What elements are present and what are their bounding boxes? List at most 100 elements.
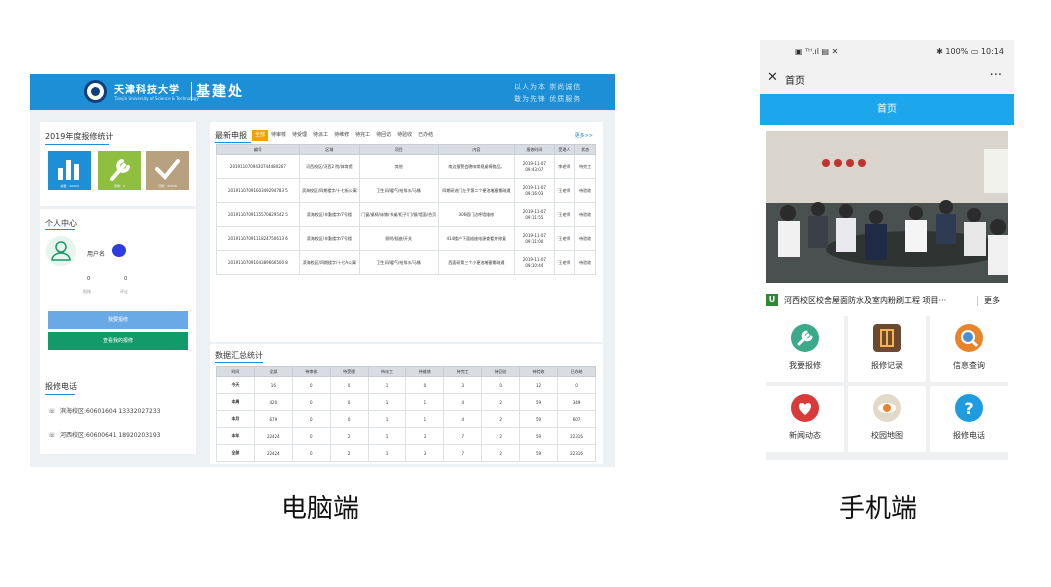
table-cell: 2019-11-07 09:11:00 <box>514 226 555 251</box>
table-cell: 1 <box>367 393 407 411</box>
table-header-row: 编号 区域 项目 内容 报修时间 受理人 状态 <box>216 144 596 155</box>
tab-closed[interactable]: 已办结 <box>415 130 436 141</box>
table-cell: 1 <box>367 427 407 445</box>
table-row[interactable]: 2019110709430744480267 河西校区/河西2 院/体育馆 其他… <box>216 154 596 179</box>
grid-label: 新闻动态 <box>789 431 821 440</box>
news-banner-photo[interactable] <box>766 131 1008 283</box>
status-icons-right: ✱ 100% ▭ 10:14 <box>936 47 1004 56</box>
table-cell: 门窗/桌椅/床铺/书桌/柜子/门/镜/墙面/合页 <box>358 202 439 227</box>
tab-pending-dispatch[interactable]: 待派工 <box>310 130 331 141</box>
my-reports-button[interactable]: 查看我的报修 <box>48 332 188 350</box>
table-row[interactable]: 2019110709160349294783 5 滨海校区/四期楼字/十七街公寓… <box>216 178 596 203</box>
column-header: 编号 <box>216 144 300 155</box>
username-redaction <box>112 244 126 257</box>
summary-title: 数据汇总统计 <box>215 351 263 360</box>
tab-pending-accept[interactable]: 待受理 <box>289 130 310 141</box>
table-cell: 4 <box>443 393 483 411</box>
column-header: 已办结 <box>557 366 596 377</box>
page-title: 首页 <box>760 94 1014 125</box>
table-cell: 王老师 <box>553 250 576 275</box>
table-row[interactable]: 2019110709104389666500 8 滨海校区/四期楼字/十七A公寓… <box>216 250 596 275</box>
repairs-label: 报修 <box>83 289 91 294</box>
table-cell: 0 <box>329 376 369 394</box>
column-header: 待派工 <box>367 366 407 377</box>
question-icon: ? <box>955 394 983 422</box>
tab-all[interactable]: 全部 <box>252 130 269 141</box>
grid-label: 我要报修 <box>789 361 821 370</box>
table-cell: 2 <box>481 444 521 462</box>
grid-item-campus-map[interactable]: 校园地图 <box>848 386 926 452</box>
report-repair-button[interactable]: 我要报修 <box>48 311 188 329</box>
row-header-cell: 今天 <box>216 376 255 394</box>
reviews-label: 评论 <box>120 289 128 294</box>
grid-item-news[interactable]: 新闻动态 <box>766 386 844 452</box>
status-bar: ▣ ᵀᴴ.ıl ▤ ✕ ✱ 100% ▭ 10:14 <box>760 40 1014 64</box>
latest-reports-table: 编号 区域 项目 内容 报修时间 受理人 状态 2019110709430744… <box>216 144 596 275</box>
table-cell: 0 <box>291 427 331 445</box>
tab-pending-complete[interactable]: 待完工 <box>352 130 373 141</box>
latest-reports-card: 最新申报 全部 待审核 待受理 待派工 待维修 待完工 待回访 待验收 已办结 … <box>210 122 603 342</box>
table-cell: 420 <box>253 393 293 411</box>
news-headline[interactable]: U 河西校区校舍屋面防水及室内粉刷工程 项目··· 更多 <box>766 293 1008 309</box>
phone-icon: ☏ <box>48 408 56 415</box>
table-row[interactable]: 2019110709115570829542 5 滨海校区/辛勤楼字/7号楼 门… <box>216 202 596 227</box>
table-cell: 2019110709111824750613 6 <box>216 226 300 251</box>
table-cell: 四期研进门左手第二个便池堵塞需疏通 <box>437 178 516 203</box>
repairs-count: 0 <box>87 276 91 282</box>
latest-title: 最新申报 <box>215 131 247 140</box>
table-cell: 2 <box>481 410 521 428</box>
grid-item-repair-records[interactable]: 报修记录 <box>848 316 926 382</box>
table-cell: 22316 <box>557 427 596 445</box>
table-cell: 59 <box>519 444 559 462</box>
close-icon[interactable]: ✕ <box>767 70 778 85</box>
grid-item-repair-phone[interactable]: ? 报修电话 <box>930 386 1008 452</box>
table-cell: 2 <box>329 444 369 462</box>
pending-count: 待修：3 <box>114 184 125 188</box>
done-tile[interactable]: 已修：22316 <box>146 151 189 190</box>
table-cell: 2 <box>481 393 521 411</box>
slogan-line-2: 敢为先锋 优质服务 <box>514 95 582 103</box>
pending-tile[interactable]: 待修：3 <box>98 151 141 190</box>
table-cell: 1 <box>405 410 445 428</box>
column-header: 受理人 <box>553 144 576 155</box>
tab-pending-check[interactable]: 待验收 <box>394 130 415 141</box>
grid-item-info-query[interactable]: 信息查询 <box>930 316 1008 382</box>
more-link[interactable]: 更多>> <box>575 132 593 139</box>
table-row: 今天 16 0 0 1 0 3 0 12 0 <box>216 376 596 394</box>
hexi-phone-text: 河西校区:60600641 18920203193 <box>60 432 161 439</box>
table-cell: 0 <box>291 376 331 394</box>
table-cell: 待验收 <box>574 202 596 227</box>
table-cell: 2019110709430744480267 <box>216 154 300 179</box>
function-grid: 我要报修 报修记录 信息查询 新闻动态 校园地图 ? 报修电话 <box>766 316 1008 460</box>
headline-text: 河西校区校舍屋面防水及室内粉刷工程 项目··· <box>784 296 947 305</box>
department-name: 基建处 <box>196 84 244 100</box>
total-tile[interactable]: 总量：22424 <box>48 151 91 190</box>
table-cell: 2019-11-07 09:16:03 <box>514 178 555 203</box>
tab-pending-review[interactable]: 待审核 <box>268 130 289 141</box>
table-cell: 3 <box>443 376 483 394</box>
grid-item-report-repair[interactable]: 我要报修 <box>766 316 844 382</box>
table-row[interactable]: 2019110709111824750613 6 滨海校区/辛勤楼字/7号楼 照… <box>216 226 596 251</box>
table-cell: 22424 <box>253 444 293 462</box>
table-cell: 2019110709104389666500 8 <box>216 250 300 275</box>
column-header: 待验收 <box>519 366 559 377</box>
column-header: 状态 <box>574 144 596 155</box>
stats-title: 2019年度报修统计 <box>45 132 114 141</box>
table-cell: 滨海校区/辛勤楼字/7号楼 <box>298 202 360 227</box>
table-cell: 0 <box>557 376 596 394</box>
repair-phone-card: 报修电话 ☏ 滨海校区:60601604 13332027233 ☏ 河西校区:60… <box>40 372 196 454</box>
row-header-cell: 本月 <box>216 410 255 428</box>
tab-pending-repair[interactable]: 待维修 <box>331 130 352 141</box>
table-header-row: 时间 全部 待审核 待受理 待派工 待维修 待完工 待回访 待验收 已办结 <box>216 366 596 377</box>
table-cell: 2019-11-07 09:43:07 <box>514 154 555 179</box>
table-cell: 2019110709160349294783 5 <box>216 178 300 203</box>
tab-pending-revisit[interactable]: 待回访 <box>373 130 394 141</box>
more-options-icon[interactable]: ··· <box>990 68 1002 83</box>
wrench-icon <box>791 324 819 352</box>
table-cell: 1 <box>367 444 407 462</box>
table-cell: 0 <box>291 410 331 428</box>
nav-title: 首页 <box>785 76 805 87</box>
table-cell: 7 <box>443 427 483 445</box>
table-cell: 2019-11-07 09:10:44 <box>514 250 555 275</box>
headline-more-link[interactable]: 更多 <box>984 295 1000 306</box>
